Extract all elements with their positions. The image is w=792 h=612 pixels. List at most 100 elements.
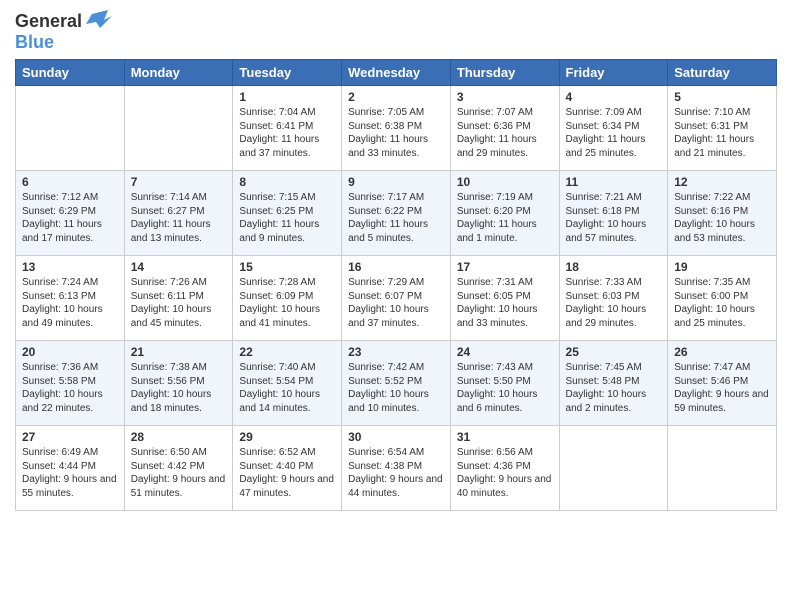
calendar-cell: 29 Sunrise: 6:52 AMSunset: 4:40 PMDayligh…: [233, 426, 342, 511]
day-info: Sunrise: 6:50 AMSunset: 4:42 PMDaylight:…: [131, 446, 227, 500]
calendar-cell: 5 Sunrise: 7:10 AMSunset: 6:31 PMDaylight…: [668, 86, 777, 171]
day-info: Sunrise: 7:24 AMSunset: 6:13 PMDaylight:…: [22, 276, 118, 330]
calendar-cell: 9 Sunrise: 7:17 AMSunset: 6:22 PMDaylight…: [342, 171, 451, 256]
day-number: 2: [348, 90, 444, 104]
day-info: Sunrise: 7:10 AMSunset: 6:31 PMDaylight:…: [674, 106, 770, 160]
calendar-cell: 11 Sunrise: 7:21 AMSunset: 6:18 PMDayligh…: [559, 171, 668, 256]
calendar-cell: 31 Sunrise: 6:56 AMSunset: 4:36 PMDayligh…: [450, 426, 559, 511]
day-info: Sunrise: 7:42 AMSunset: 5:52 PMDaylight:…: [348, 361, 444, 415]
calendar-cell: 19 Sunrise: 7:35 AMSunset: 6:00 PMDayligh…: [668, 256, 777, 341]
day-info: Sunrise: 6:56 AMSunset: 4:36 PMDaylight:…: [457, 446, 553, 500]
calendar-header-row: SundayMondayTuesdayWednesdayThursdayFrid…: [16, 60, 777, 86]
day-number: 4: [566, 90, 662, 104]
calendar-cell: 14 Sunrise: 7:26 AMSunset: 6:11 PMDayligh…: [124, 256, 233, 341]
day-info: Sunrise: 7:40 AMSunset: 5:54 PMDaylight:…: [239, 361, 335, 415]
calendar-cell: 7 Sunrise: 7:14 AMSunset: 6:27 PMDaylight…: [124, 171, 233, 256]
calendar-cell: 18 Sunrise: 7:33 AMSunset: 6:03 PMDayligh…: [559, 256, 668, 341]
calendar-cell: 27Sunrise: 6:49 AMSunset: 4:44 PMDayligh…: [16, 426, 125, 511]
day-info: Sunrise: 7:29 AMSunset: 6:07 PMDaylight:…: [348, 276, 444, 330]
day-number: 29: [239, 430, 335, 444]
day-info: Sunrise: 7:38 AMSunset: 5:56 PMDaylight:…: [131, 361, 227, 415]
calendar-cell: 25 Sunrise: 7:45 AMSunset: 5:48 PMDayligh…: [559, 341, 668, 426]
calendar-cell: 15Sunrise: 7:28 AMSunset: 6:09 PMDayligh…: [233, 256, 342, 341]
day-number: 22: [239, 345, 335, 359]
day-info: Sunrise: 7:22 AMSunset: 6:16 PMDaylight:…: [674, 191, 770, 245]
day-number: 19: [674, 260, 770, 274]
calendar-cell: 1Sunrise: 7:04 AMSunset: 6:41 PMDaylight…: [233, 86, 342, 171]
day-number: 5: [674, 90, 770, 104]
calendar-cell: 28Sunrise: 6:50 AMSunset: 4:42 PMDayligh…: [124, 426, 233, 511]
day-number: 20: [22, 345, 118, 359]
day-info: Sunrise: 6:54 AMSunset: 4:38 PMDaylight:…: [348, 446, 444, 500]
day-info: Sunrise: 7:05 AMSunset: 6:38 PMDaylight:…: [348, 106, 444, 160]
logo-general-text: General: [15, 11, 82, 32]
logo-bird-icon: [86, 10, 112, 32]
day-number: 13: [22, 260, 118, 274]
day-number: 11: [566, 175, 662, 189]
day-info: Sunrise: 7:43 AMSunset: 5:50 PMDaylight:…: [457, 361, 553, 415]
calendar-week-row: 6 Sunrise: 7:12 AMSunset: 6:29 PMDaylight…: [16, 171, 777, 256]
day-number: 6: [22, 175, 118, 189]
day-number: 15: [239, 260, 335, 274]
day-info: Sunrise: 7:21 AMSunset: 6:18 PMDaylight:…: [566, 191, 662, 245]
calendar-cell: 26Sunrise: 7:47 AMSunset: 5:46 PMDayligh…: [668, 341, 777, 426]
day-info: Sunrise: 6:52 AMSunset: 4:40 PMDaylight:…: [239, 446, 335, 500]
header-tuesday: Tuesday: [233, 60, 342, 86]
day-number: 7: [131, 175, 227, 189]
calendar-cell: 21Sunrise: 7:38 AMSunset: 5:56 PMDayligh…: [124, 341, 233, 426]
calendar-cell: [16, 86, 125, 171]
day-info: Sunrise: 7:35 AMSunset: 6:00 PMDaylight:…: [674, 276, 770, 330]
header-thursday: Thursday: [450, 60, 559, 86]
header-monday: Monday: [124, 60, 233, 86]
day-info: Sunrise: 7:45 AMSunset: 5:48 PMDaylight:…: [566, 361, 662, 415]
calendar-cell: [559, 426, 668, 511]
day-number: 16: [348, 260, 444, 274]
calendar-cell: [124, 86, 233, 171]
day-info: Sunrise: 7:04 AMSunset: 6:41 PMDaylight:…: [239, 106, 335, 160]
calendar-cell: 17Sunrise: 7:31 AMSunset: 6:05 PMDayligh…: [450, 256, 559, 341]
calendar-cell: 30Sunrise: 6:54 AMSunset: 4:38 PMDayligh…: [342, 426, 451, 511]
day-info: Sunrise: 7:36 AMSunset: 5:58 PMDaylight:…: [22, 361, 118, 415]
calendar-cell: 12 Sunrise: 7:22 AMSunset: 6:16 PMDayligh…: [668, 171, 777, 256]
day-number: 14: [131, 260, 227, 274]
day-number: 27: [22, 430, 118, 444]
day-number: 9: [348, 175, 444, 189]
day-number: 23: [348, 345, 444, 359]
day-number: 12: [674, 175, 770, 189]
calendar-week-row: 20 Sunrise: 7:36 AMSunset: 5:58 PMDayligh…: [16, 341, 777, 426]
day-info: Sunrise: 7:15 AMSunset: 6:25 PMDaylight:…: [239, 191, 335, 245]
day-info: Sunrise: 7:07 AMSunset: 6:36 PMDaylight:…: [457, 106, 553, 160]
day-info: Sunrise: 7:17 AMSunset: 6:22 PMDaylight:…: [348, 191, 444, 245]
calendar-cell: 4 Sunrise: 7:09 AMSunset: 6:34 PMDaylight…: [559, 86, 668, 171]
day-info: Sunrise: 7:14 AMSunset: 6:27 PMDaylight:…: [131, 191, 227, 245]
day-info: Sunrise: 7:33 AMSunset: 6:03 PMDaylight:…: [566, 276, 662, 330]
day-info: Sunrise: 7:09 AMSunset: 6:34 PMDaylight:…: [566, 106, 662, 160]
day-info: Sunrise: 7:19 AMSunset: 6:20 PMDaylight:…: [457, 191, 553, 245]
header-wednesday: Wednesday: [342, 60, 451, 86]
day-info: Sunrise: 7:12 AMSunset: 6:29 PMDaylight:…: [22, 191, 118, 245]
day-number: 25: [566, 345, 662, 359]
header-saturday: Saturday: [668, 60, 777, 86]
day-number: 18: [566, 260, 662, 274]
calendar-cell: 22 Sunrise: 7:40 AMSunset: 5:54 PMDayligh…: [233, 341, 342, 426]
calendar-cell: 6 Sunrise: 7:12 AMSunset: 6:29 PMDaylight…: [16, 171, 125, 256]
calendar-cell: [668, 426, 777, 511]
day-number: 17: [457, 260, 553, 274]
header: General Blue: [15, 10, 777, 53]
day-number: 8: [239, 175, 335, 189]
calendar-table: SundayMondayTuesdayWednesdayThursdayFrid…: [15, 59, 777, 511]
header-friday: Friday: [559, 60, 668, 86]
calendar-cell: 16 Sunrise: 7:29 AMSunset: 6:07 PMDayligh…: [342, 256, 451, 341]
day-number: 26: [674, 345, 770, 359]
header-sunday: Sunday: [16, 60, 125, 86]
calendar-week-row: 13 Sunrise: 7:24 AMSunset: 6:13 PMDayligh…: [16, 256, 777, 341]
calendar-week-row: 1Sunrise: 7:04 AMSunset: 6:41 PMDaylight…: [16, 86, 777, 171]
logo-blue-text: Blue: [15, 32, 54, 52]
calendar-cell: 20 Sunrise: 7:36 AMSunset: 5:58 PMDayligh…: [16, 341, 125, 426]
day-number: 24: [457, 345, 553, 359]
calendar-cell: 10Sunrise: 7:19 AMSunset: 6:20 PMDayligh…: [450, 171, 559, 256]
day-number: 31: [457, 430, 553, 444]
calendar-cell: 13 Sunrise: 7:24 AMSunset: 6:13 PMDayligh…: [16, 256, 125, 341]
day-info: Sunrise: 7:26 AMSunset: 6:11 PMDaylight:…: [131, 276, 227, 330]
calendar-cell: 2 Sunrise: 7:05 AMSunset: 6:38 PMDaylight…: [342, 86, 451, 171]
